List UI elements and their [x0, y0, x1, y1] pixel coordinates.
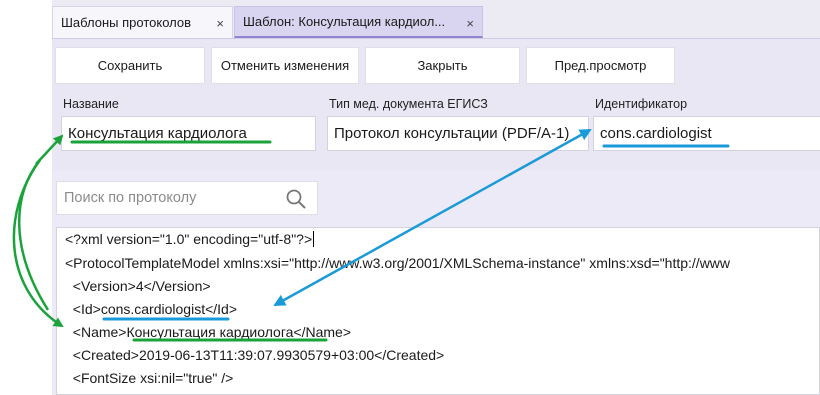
search-placeholder: Поиск по протоколу	[64, 190, 197, 206]
tab-label: Шаблон: Консультация кардиол...	[243, 14, 446, 29]
xml-line: <?xml version="1.0" encoding="utf-8"?>	[65, 231, 315, 247]
xml-line: <Created>2019-06-13T11:39:07.9930579+03:…	[65, 347, 445, 363]
doctype-field[interactable]: Протокол консультации (PDF/A-1)	[327, 116, 589, 151]
identifier-field[interactable]: cons.cardiologist	[593, 116, 820, 151]
preview-button[interactable]: Пред.просмотр	[526, 47, 675, 84]
xml-line: <Name>Консультация кардиолога</Name>	[65, 324, 352, 340]
xml-line: <Id>cons.cardiologist</Id>	[65, 301, 238, 317]
toolbar: Сохранить Отменить изменения Закрыть Пре…	[52, 39, 820, 88]
xml-editor[interactable]: <?xml version="1.0" encoding="utf-8"?> <…	[56, 227, 820, 395]
tab-template-cardiology[interactable]: Шаблон: Консультация кардиол... ×	[234, 6, 483, 38]
text-cursor	[313, 231, 315, 247]
search-input[interactable]: Поиск по протоколу	[56, 181, 318, 215]
identifier-label: Идентификатор	[595, 97, 688, 111]
template-fields: Название Консультация кардиолога Тип мед…	[52, 88, 820, 170]
xml-name-value: Консультация кардиолога	[126, 324, 294, 340]
tab-bar: Шаблоны протоколов × Шаблон: Консультаци…	[52, 0, 820, 39]
search-icon[interactable]	[285, 188, 307, 210]
close-icon[interactable]: ×	[216, 16, 224, 31]
xml-line: <Version>4</Version>	[65, 278, 211, 294]
name-label: Название	[63, 97, 119, 111]
xml-id-value: cons.cardiologist	[100, 301, 206, 317]
close-button[interactable]: Закрыть	[365, 47, 520, 84]
tab-protocol-templates[interactable]: Шаблоны протоколов ×	[52, 6, 233, 38]
tab-label: Шаблоны протоколов	[61, 15, 191, 30]
left-margin	[0, 0, 52, 395]
xml-line: <FontSize xsi:nil="true" />	[65, 370, 234, 386]
name-field[interactable]: Консультация кардиолога	[61, 116, 316, 151]
revert-changes-button[interactable]: Отменить изменения	[211, 47, 359, 84]
save-button[interactable]: Сохранить	[55, 47, 205, 84]
xml-line: <ProtocolTemplateModel xmlns:xsi="http:/…	[65, 255, 731, 271]
doctype-label: Тип мед. документа ЕГИСЗ	[329, 97, 488, 111]
template-editor: Шаблоны протоколов × Шаблон: Консультаци…	[52, 0, 820, 395]
protocol-content: Поиск по протоколу <?xml version="1.0" e…	[52, 170, 820, 395]
close-icon[interactable]: ×	[466, 16, 474, 31]
